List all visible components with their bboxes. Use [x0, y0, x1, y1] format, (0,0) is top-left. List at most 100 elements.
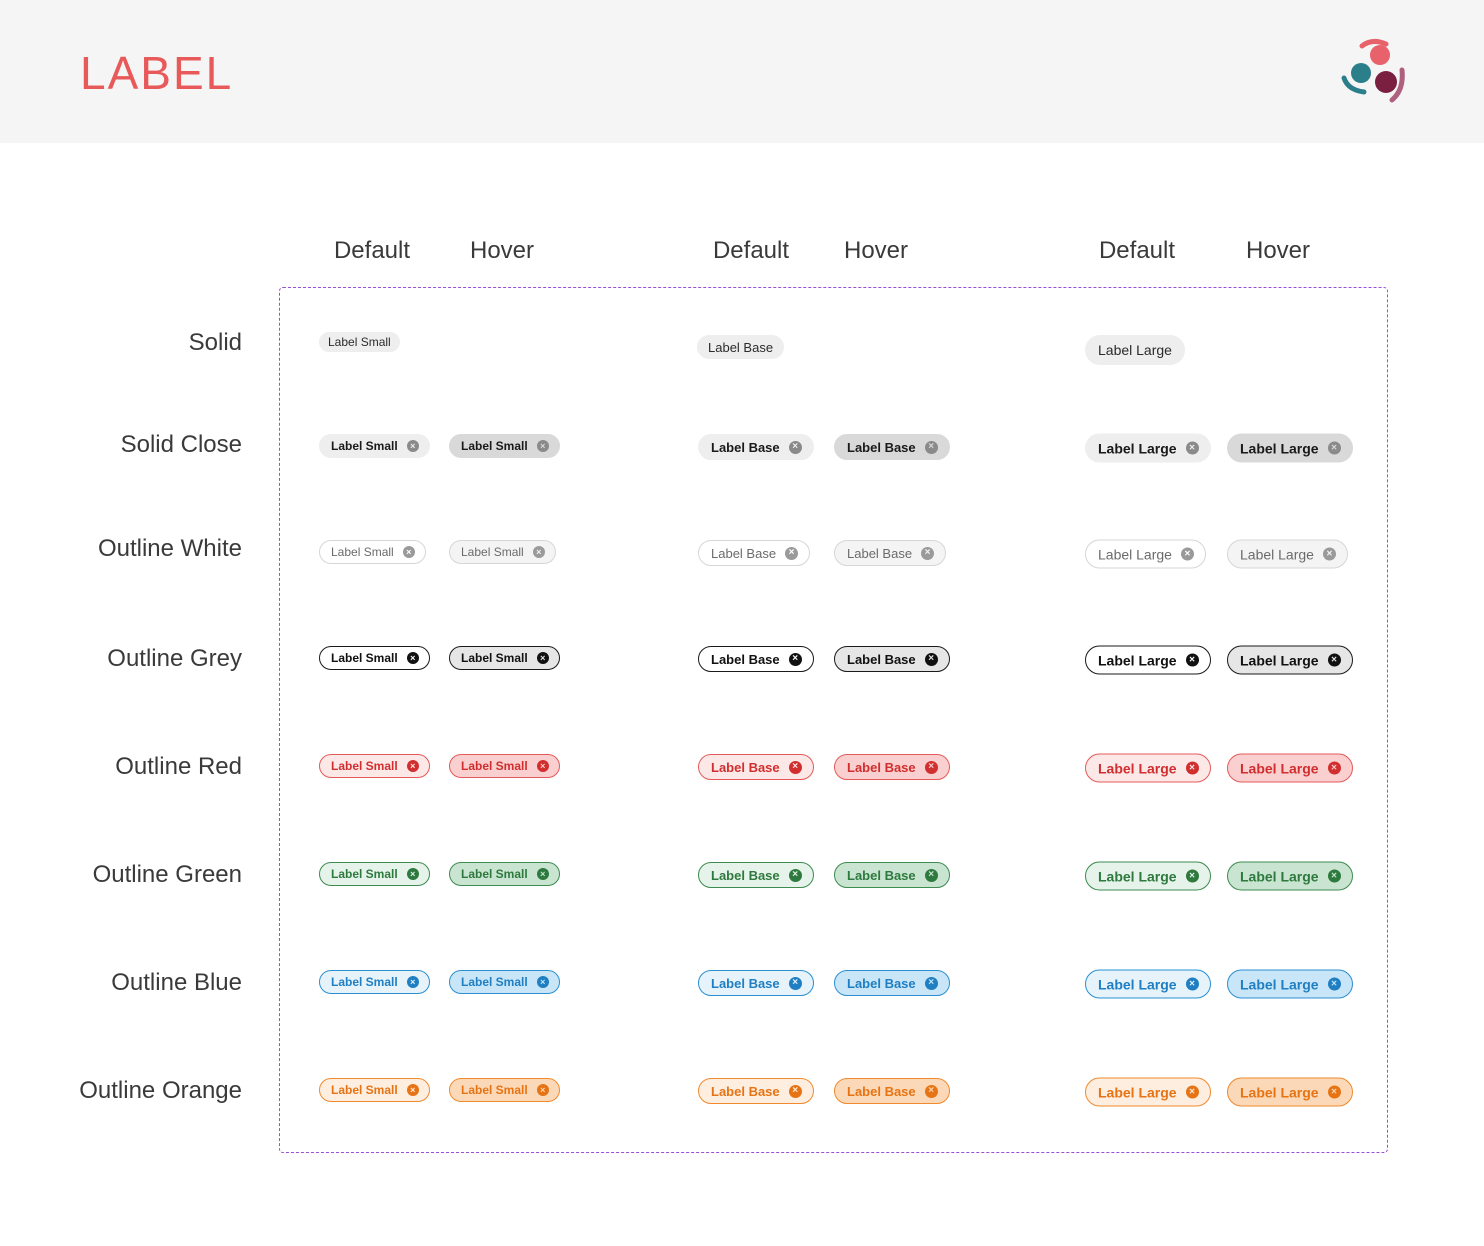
close-circle-icon[interactable]: ×	[406, 868, 419, 880]
label-chip-outline-white-large-hover[interactable]: Label Large ×	[1227, 539, 1348, 569]
label-chip-outline-blue-small-default[interactable]: Label Small ×	[319, 970, 430, 994]
label-chip-solid-close-small-hover[interactable]: Label Small ×	[449, 434, 560, 458]
close-circle-icon[interactable]: ×	[924, 976, 938, 990]
label-chip-outline-white-base-default[interactable]: Label Base ×	[698, 540, 811, 566]
label-chip-outline-orange-small-hover[interactable]: Label Small ×	[449, 1078, 560, 1102]
close-circle-icon[interactable]: ×	[1185, 977, 1199, 991]
label-chip-outline-red-large-hover[interactable]: Label Large ×	[1227, 753, 1353, 783]
close-circle-icon[interactable]: ×	[1327, 869, 1341, 883]
label-chip-outline-white-large-default[interactable]: Label Large ×	[1085, 539, 1206, 569]
label-chip-outline-white-small-hover[interactable]: Label Small ×	[449, 540, 556, 564]
close-circle-icon[interactable]: ×	[406, 760, 419, 772]
label-chip-outline-orange-large-hover[interactable]: Label Large ×	[1227, 1077, 1353, 1107]
close-circle-icon[interactable]: ×	[536, 760, 549, 772]
label-chip-outline-grey-small-hover[interactable]: Label Small ×	[449, 646, 560, 670]
close-circle-icon[interactable]: ×	[1185, 869, 1199, 883]
label-chip-text: Label Large	[1098, 546, 1172, 562]
close-circle-icon[interactable]: ×	[1327, 977, 1341, 991]
label-chip-solid-close-base-hover[interactable]: Label Base ×	[834, 434, 950, 460]
label-chip-outline-green-small-hover[interactable]: Label Small ×	[449, 862, 560, 886]
label-chip-text: Label Small	[331, 651, 398, 665]
close-circle-icon[interactable]: ×	[924, 868, 938, 882]
label-chip-outline-green-base-hover[interactable]: Label Base ×	[834, 862, 950, 888]
label-chip-outline-red-small-default[interactable]: Label Small ×	[319, 754, 430, 778]
close-circle-icon[interactable]: ×	[402, 546, 415, 558]
close-circle-icon[interactable]: ×	[788, 868, 802, 882]
close-circle-icon[interactable]: ×	[1185, 761, 1199, 775]
label-chip-outline-grey-base-hover[interactable]: Label Base ×	[834, 646, 950, 672]
label-chip-outline-green-base-default[interactable]: Label Base ×	[698, 862, 814, 888]
label-chip-outline-orange-small-default[interactable]: Label Small ×	[319, 1078, 430, 1102]
row-label-outline-grey: Outline Grey	[107, 645, 242, 672]
label-chip-solid-close-base-default[interactable]: Label Base ×	[698, 434, 814, 460]
close-circle-icon[interactable]: ×	[788, 1084, 802, 1098]
label-chip-text: Label Large	[1240, 546, 1314, 562]
label-chip-outline-blue-large-hover[interactable]: Label Large ×	[1227, 969, 1353, 999]
close-circle-icon[interactable]: ×	[1180, 547, 1194, 561]
label-chip-text: Label Base	[711, 545, 777, 561]
close-circle-icon[interactable]: ×	[532, 546, 545, 558]
label-chip-text: Label Base	[847, 439, 916, 455]
close-circle-icon[interactable]: ×	[1185, 441, 1199, 455]
label-chip-outline-blue-small-hover[interactable]: Label Small ×	[449, 970, 560, 994]
close-circle-icon[interactable]: ×	[1322, 547, 1336, 561]
label-chip-outline-grey-large-hover[interactable]: Label Large ×	[1227, 645, 1353, 675]
close-circle-icon[interactable]: ×	[924, 1084, 938, 1098]
label-chip-solid-small-default[interactable]: Label Small	[319, 332, 400, 352]
label-chip-outline-white-small-default[interactable]: Label Small ×	[319, 540, 426, 564]
close-circle-icon[interactable]: ×	[536, 440, 549, 452]
label-chip-solid-close-large-default[interactable]: Label Large ×	[1085, 433, 1211, 463]
label-chip-outline-grey-base-default[interactable]: Label Base ×	[698, 646, 814, 672]
label-chip-outline-red-small-hover[interactable]: Label Small ×	[449, 754, 560, 778]
close-circle-icon[interactable]: ×	[785, 546, 799, 560]
label-chip-outline-green-small-default[interactable]: Label Small ×	[319, 862, 430, 886]
label-chip-outline-red-base-default[interactable]: Label Base ×	[698, 754, 814, 780]
close-circle-icon[interactable]: ×	[924, 760, 938, 774]
close-circle-icon[interactable]: ×	[788, 440, 802, 454]
three-people-logo-icon	[1341, 38, 1405, 103]
label-chip-solid-base-default[interactable]: Label Base	[697, 335, 785, 359]
label-chip-outline-orange-base-hover[interactable]: Label Base ×	[834, 1078, 950, 1104]
close-circle-icon[interactable]: ×	[1327, 441, 1341, 455]
label-chip-solid-close-small-default[interactable]: Label Small ×	[319, 434, 430, 458]
close-circle-icon[interactable]: ×	[788, 760, 802, 774]
label-chip-text: Label Large	[1098, 342, 1172, 358]
close-circle-icon[interactable]: ×	[1185, 1085, 1199, 1099]
label-chip-text: Label Small	[461, 1083, 528, 1097]
close-circle-icon[interactable]: ×	[536, 976, 549, 988]
close-circle-icon[interactable]: ×	[536, 652, 549, 664]
close-circle-icon[interactable]: ×	[1327, 1085, 1341, 1099]
close-circle-icon[interactable]: ×	[788, 652, 802, 666]
label-chip-outline-grey-large-default[interactable]: Label Large ×	[1085, 645, 1211, 675]
label-chip-outline-orange-base-default[interactable]: Label Base ×	[698, 1078, 814, 1104]
label-chip-solid-large-default[interactable]: Label Large	[1085, 335, 1185, 365]
label-chip-text: Label Base	[847, 545, 913, 561]
close-circle-icon[interactable]: ×	[1185, 653, 1199, 667]
close-circle-icon[interactable]: ×	[924, 440, 938, 454]
label-chip-text: Label Base	[711, 759, 780, 775]
label-chip-outline-blue-base-default[interactable]: Label Base ×	[698, 970, 814, 996]
column-header-small-hover: Hover	[469, 237, 535, 264]
label-chip-outline-white-base-hover[interactable]: Label Base ×	[834, 540, 947, 566]
close-circle-icon[interactable]: ×	[1327, 653, 1341, 667]
label-chip-solid-close-large-hover[interactable]: Label Large ×	[1227, 433, 1353, 463]
close-circle-icon[interactable]: ×	[536, 868, 549, 880]
close-circle-icon[interactable]: ×	[406, 440, 419, 452]
label-chip-text: Label Base	[708, 339, 774, 355]
label-chip-outline-red-base-hover[interactable]: Label Base ×	[834, 754, 950, 780]
close-circle-icon[interactable]: ×	[406, 652, 419, 664]
close-circle-icon[interactable]: ×	[788, 976, 802, 990]
label-chip-outline-green-large-hover[interactable]: Label Large ×	[1227, 861, 1353, 891]
label-chip-outline-blue-large-default[interactable]: Label Large ×	[1085, 969, 1211, 999]
label-chip-outline-grey-small-default[interactable]: Label Small ×	[319, 646, 430, 670]
close-circle-icon[interactable]: ×	[406, 1084, 419, 1096]
label-chip-outline-orange-large-default[interactable]: Label Large ×	[1085, 1077, 1211, 1107]
close-circle-icon[interactable]: ×	[406, 976, 419, 988]
label-chip-outline-green-large-default[interactable]: Label Large ×	[1085, 861, 1211, 891]
close-circle-icon[interactable]: ×	[536, 1084, 549, 1096]
label-chip-outline-red-large-default[interactable]: Label Large ×	[1085, 753, 1211, 783]
label-chip-outline-blue-base-hover[interactable]: Label Base ×	[834, 970, 950, 996]
close-circle-icon[interactable]: ×	[924, 652, 938, 666]
close-circle-icon[interactable]: ×	[921, 546, 935, 560]
close-circle-icon[interactable]: ×	[1327, 761, 1341, 775]
